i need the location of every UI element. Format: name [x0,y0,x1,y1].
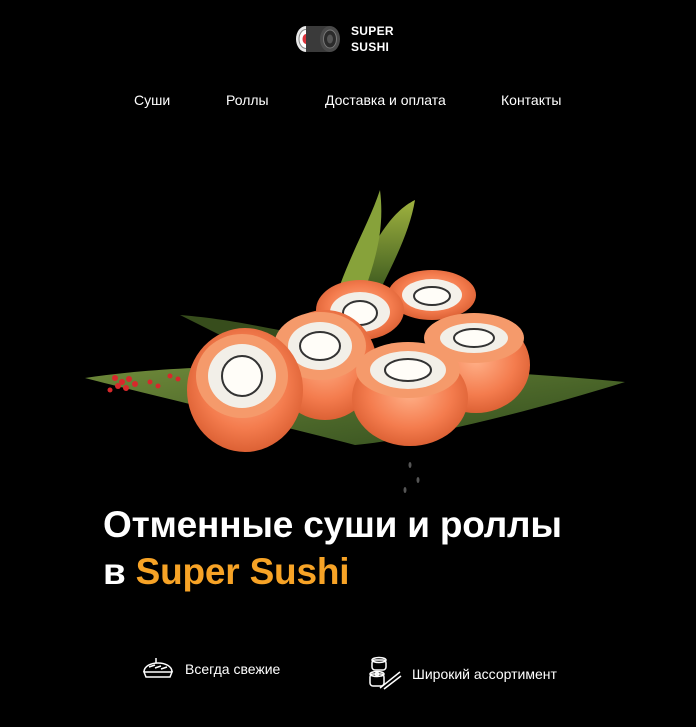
feature-fresh-label: Всегда свежие [185,661,281,677]
main-nav: Суши Роллы Доставка и оплата Контакты [0,92,696,110]
sushi-nigiri-icon [142,658,174,678]
sushi-roll-logo-icon [296,26,340,52]
hero-title-line-1: Отменные суши и роллы [103,504,562,545]
feature-assortment: Широкий ассортимент [366,656,557,692]
brand-line-2: SUSHI [351,40,390,54]
feature-fresh: Всегда свежие [141,656,280,682]
nav-link-delivery[interactable]: Доставка и оплата [325,92,446,108]
nav-link-sushi[interactable]: Суши [134,92,170,108]
hero-sushi-image [85,190,625,493]
brand-line-1: SUPER [351,24,394,38]
sushi-roll-chopsticks-icon [369,656,402,690]
hero-title: Отменные суши и роллы в Super Sushi [103,501,562,595]
nav-link-contacts[interactable]: Контакты [501,92,561,108]
hero-title-prefix: в [103,551,126,592]
hero-title-brand: Super Sushi [135,551,350,592]
site-logo[interactable]: SUPER SUSHI [293,21,394,57]
nav-link-rolls[interactable]: Роллы [226,92,269,108]
feature-assortment-label: Широкий ассортимент [412,666,557,682]
